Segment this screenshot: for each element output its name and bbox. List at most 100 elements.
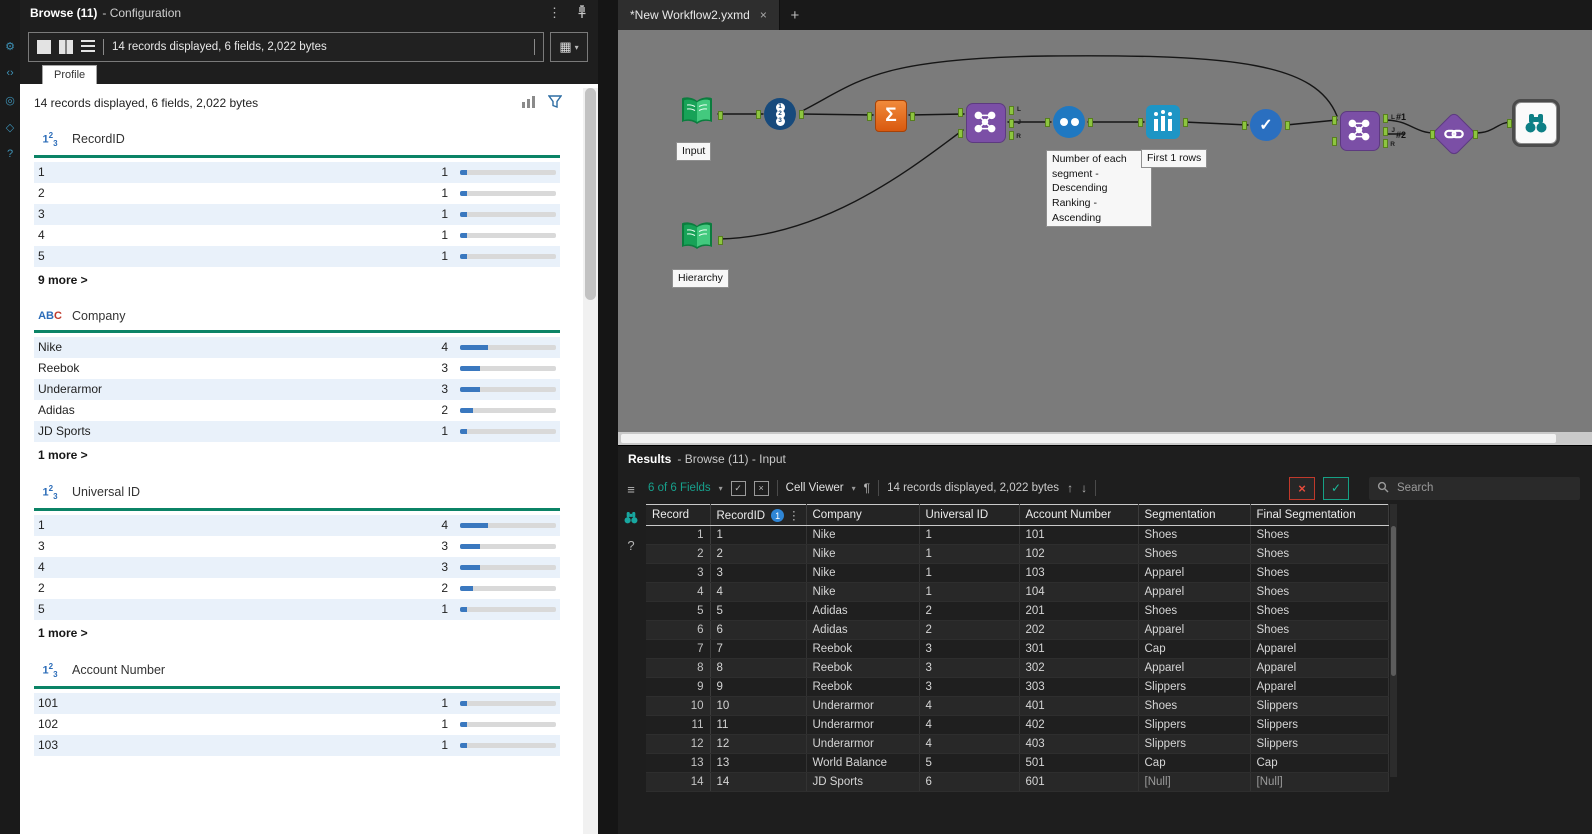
column-header-account-number[interactable]: Account Number	[1019, 504, 1139, 527]
connector-anchor[interactable]	[1285, 121, 1290, 130]
connector-anchor[interactable]	[1045, 118, 1050, 127]
tile-tool[interactable]	[1045, 106, 1093, 138]
record-id-tool[interactable]: 123	[756, 98, 804, 130]
filter-icon[interactable]	[547, 95, 563, 111]
connector-anchor[interactable]	[1242, 121, 1247, 130]
more-values-link[interactable]: 9 more >	[34, 267, 560, 287]
table-row[interactable]: 10 10 Underarmor 4 401 Shoes Slippers	[646, 696, 1389, 717]
tab-profile[interactable]: Profile	[42, 65, 98, 84]
workflow-annotation[interactable]: Number of each segment - Descending Rank…	[1046, 150, 1152, 228]
table-row[interactable]: 6 6 Adidas 2 202 Apparel Shoes	[646, 620, 1389, 641]
tag-icon[interactable]: ◇	[2, 119, 18, 135]
pin-icon[interactable]	[576, 4, 588, 22]
table-options-button[interactable]: ▦ ▾	[550, 32, 588, 62]
kebab-menu-icon[interactable]: ⋮	[538, 5, 571, 21]
results-help-icon[interactable]: ?	[622, 536, 640, 554]
table-row[interactable]: 7 7 Reebok 3 301 Cap Apparel	[646, 639, 1389, 660]
select-fields-checkbox[interactable]: ✓	[730, 480, 746, 496]
table-row[interactable]: 14 14 JD Sports 6 601 [Null] [Null]	[646, 772, 1389, 793]
more-values-link[interactable]: 1 more >	[34, 620, 560, 640]
ranking-tool[interactable]	[1138, 105, 1188, 139]
summarize-tool[interactable]: Σ	[867, 100, 915, 132]
connector-anchor[interactable]	[1383, 127, 1388, 136]
tab-new-workflow2[interactable]: *New Workflow2.yxmd ×	[618, 0, 780, 30]
workflow-annotation[interactable]: First 1 rows	[1141, 149, 1208, 168]
results-binoculars-icon[interactable]	[622, 508, 640, 526]
cancel-button[interactable]: ×	[1289, 476, 1315, 500]
connector-anchor[interactable]	[1430, 130, 1435, 139]
connector-anchor[interactable]	[867, 112, 872, 121]
column-header-record[interactable]: Record	[646, 504, 711, 527]
connector-anchor[interactable]	[799, 110, 804, 119]
connector-anchor[interactable]	[1383, 139, 1388, 148]
workflow-canvas[interactable]: Input 1 2 3 Σ L J R ✓ L J R Hierarchy Number of each …	[618, 30, 1592, 445]
table-row[interactable]: 3 3 Nike 1 103 Apparel Shoes	[646, 563, 1389, 584]
results-list-icon[interactable]: ≡	[622, 480, 640, 498]
gear-icon[interactable]: ⚙	[2, 38, 18, 54]
browse-tool[interactable]	[1507, 102, 1557, 144]
arrow-up-icon[interactable]: ↑	[1067, 481, 1073, 495]
table-row[interactable]: 8 8 Reebok 3 302 Apparel Apparel	[646, 658, 1389, 679]
connector-anchor[interactable]	[1332, 116, 1337, 125]
connector-anchor[interactable]	[1009, 131, 1014, 140]
connector-anchor[interactable]	[958, 129, 963, 138]
table-row[interactable]: 2 2 Nike 1 102 Shoes Shoes	[646, 544, 1389, 565]
connector-anchor[interactable]	[1473, 130, 1478, 139]
canvas-scrollbar-thumb[interactable]	[621, 434, 1557, 443]
code-icon[interactable]: ‹›	[2, 65, 18, 81]
fields-dropdown[interactable]: 6 of 6 Fields	[648, 482, 711, 494]
tool-annotation-label[interactable]: Hierarchy	[672, 269, 729, 288]
canvas-horizontal-scrollbar[interactable]	[618, 432, 1592, 445]
arrow-down-icon[interactable]: ↓	[1081, 481, 1087, 495]
join-tool[interactable]: LJR	[958, 103, 1021, 143]
column-header-company[interactable]: Company	[806, 504, 920, 527]
history-icon[interactable]: ◎	[2, 92, 18, 108]
connector-anchor[interactable]	[756, 110, 761, 119]
connector-anchor[interactable]	[1088, 118, 1093, 127]
hierarchy-input-tool[interactable]	[679, 221, 723, 258]
search-input[interactable]	[1395, 481, 1572, 495]
new-tab-button[interactable]: +	[780, 0, 810, 30]
pilcrow-icon[interactable]: ¶	[864, 481, 870, 495]
connector-anchor[interactable]	[958, 108, 963, 117]
join-tool-2[interactable]: LJR	[1332, 111, 1395, 151]
table-row[interactable]: 1 1 Nike 1 101 Shoes Shoes	[646, 525, 1389, 546]
cell-viewer-dropdown[interactable]: Cell Viewer	[786, 482, 844, 494]
column-menu-icon[interactable]: ⋮	[788, 510, 800, 522]
connector-anchor[interactable]	[718, 235, 723, 245]
column-header-segmentation[interactable]: Segmentation	[1138, 504, 1251, 527]
connector-anchor[interactable]	[1009, 119, 1014, 128]
connector-anchor[interactable]	[1507, 119, 1512, 128]
single-view-icon[interactable]	[37, 40, 51, 54]
deselect-fields-checkbox[interactable]: ×	[753, 480, 769, 496]
connector-anchor[interactable]	[1332, 137, 1337, 146]
check-tool[interactable]: ✓	[1242, 109, 1290, 141]
join-multiple-tool[interactable]	[1430, 111, 1478, 157]
apply-button[interactable]: ✓	[1323, 476, 1349, 500]
connector-anchor[interactable]	[1009, 106, 1014, 115]
tab-close-icon[interactable]: ×	[760, 8, 767, 22]
table-row[interactable]: 4 4 Nike 1 104 Apparel Shoes	[646, 582, 1389, 603]
table-row[interactable]: 9 9 Reebok 3 303 Slippers Apparel	[646, 677, 1389, 698]
column-header-final-segmentation[interactable]: Final Segmentation	[1250, 504, 1389, 527]
column-header-recordid[interactable]: RecordID 1 ⋮	[710, 504, 807, 527]
config-scrollbar[interactable]	[583, 88, 598, 834]
table-row[interactable]: 5 5 Adidas 2 201 Shoes Shoes	[646, 601, 1389, 622]
connector-anchor[interactable]	[1183, 118, 1188, 127]
input-data-tool[interactable]	[679, 96, 723, 133]
chart-view-icon[interactable]	[522, 95, 536, 111]
results-scrollbar-thumb[interactable]	[1391, 526, 1396, 676]
table-row[interactable]: 13 13 World Balance 5 501 Cap Cap	[646, 753, 1389, 774]
connector-anchor[interactable]	[1138, 118, 1143, 127]
connector-anchor[interactable]	[1383, 114, 1388, 123]
table-row[interactable]: 12 12 Underarmor 4 403 Slippers Slippers	[646, 734, 1389, 755]
tool-annotation-label[interactable]: Input	[676, 142, 712, 161]
help-icon[interactable]: ?	[2, 146, 18, 162]
connector-anchor[interactable]	[718, 110, 723, 120]
more-values-link[interactable]: 1 more >	[34, 442, 560, 462]
split-view-icon[interactable]	[59, 40, 73, 54]
results-vertical-scrollbar[interactable]	[1390, 504, 1397, 777]
list-view-icon[interactable]	[81, 40, 95, 54]
config-scrollbar-thumb[interactable]	[585, 88, 596, 300]
connector-anchor[interactable]	[910, 112, 915, 121]
